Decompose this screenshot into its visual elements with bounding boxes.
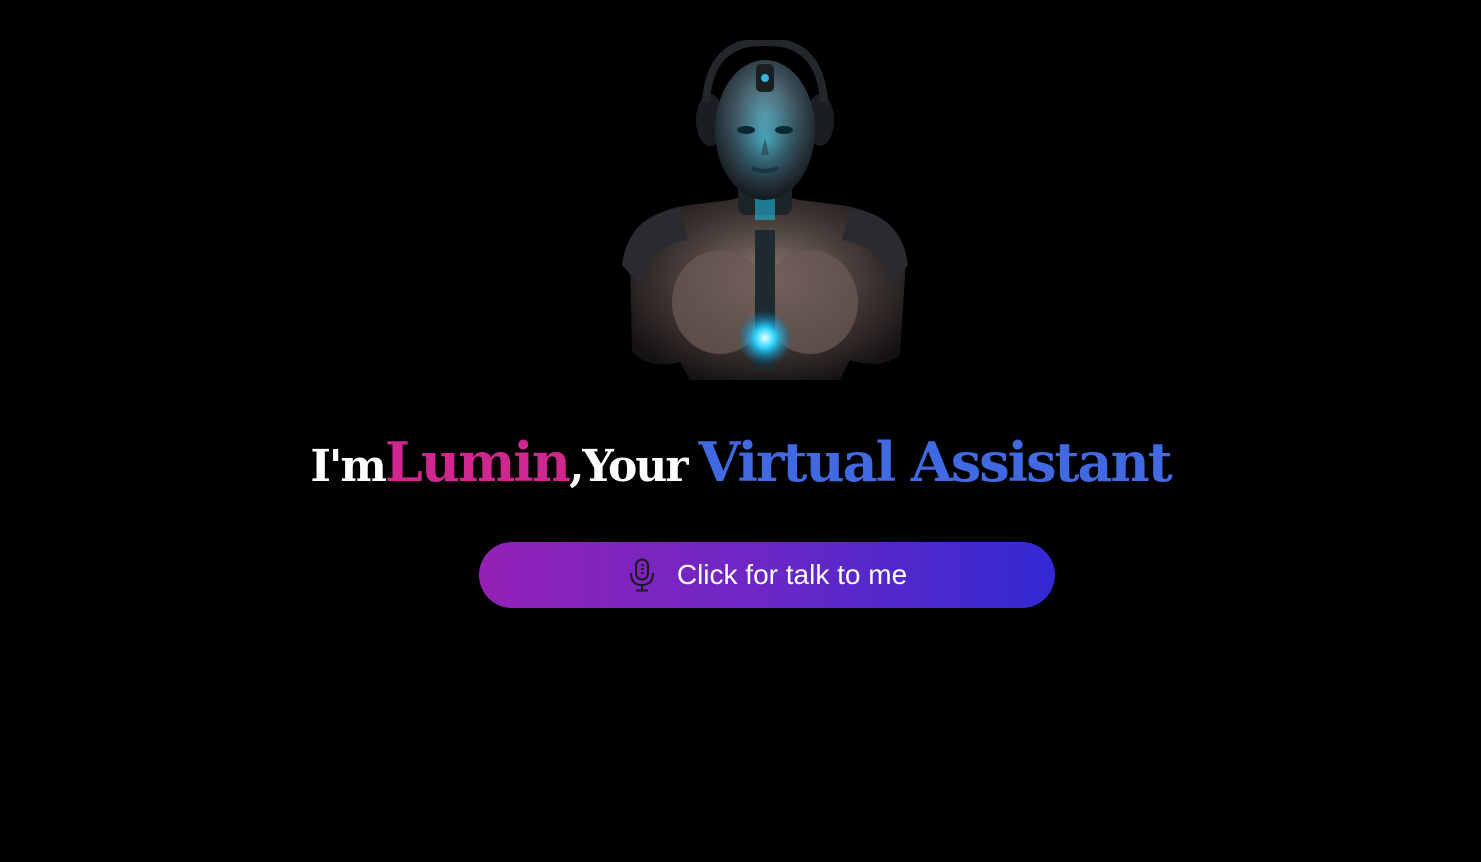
- headline-suffix: Virtual Assistant: [698, 430, 1173, 494]
- microphone-icon: [627, 558, 657, 592]
- page: I'm Lumin,Your Virtual Assistant Click fo…: [0, 0, 1481, 862]
- headline-prefix: I'm: [310, 441, 387, 492]
- talk-button[interactable]: Click for talk to me: [479, 542, 1055, 608]
- assistant-name: Lumin: [384, 430, 571, 494]
- headline-middle: ,Your: [569, 441, 688, 492]
- robot-avatar-image: [610, 40, 920, 385]
- talk-button-label: Click for talk to me: [676, 559, 908, 590]
- hero-headline: I'm Lumin,Your Virtual Assistant: [0, 426, 1481, 498]
